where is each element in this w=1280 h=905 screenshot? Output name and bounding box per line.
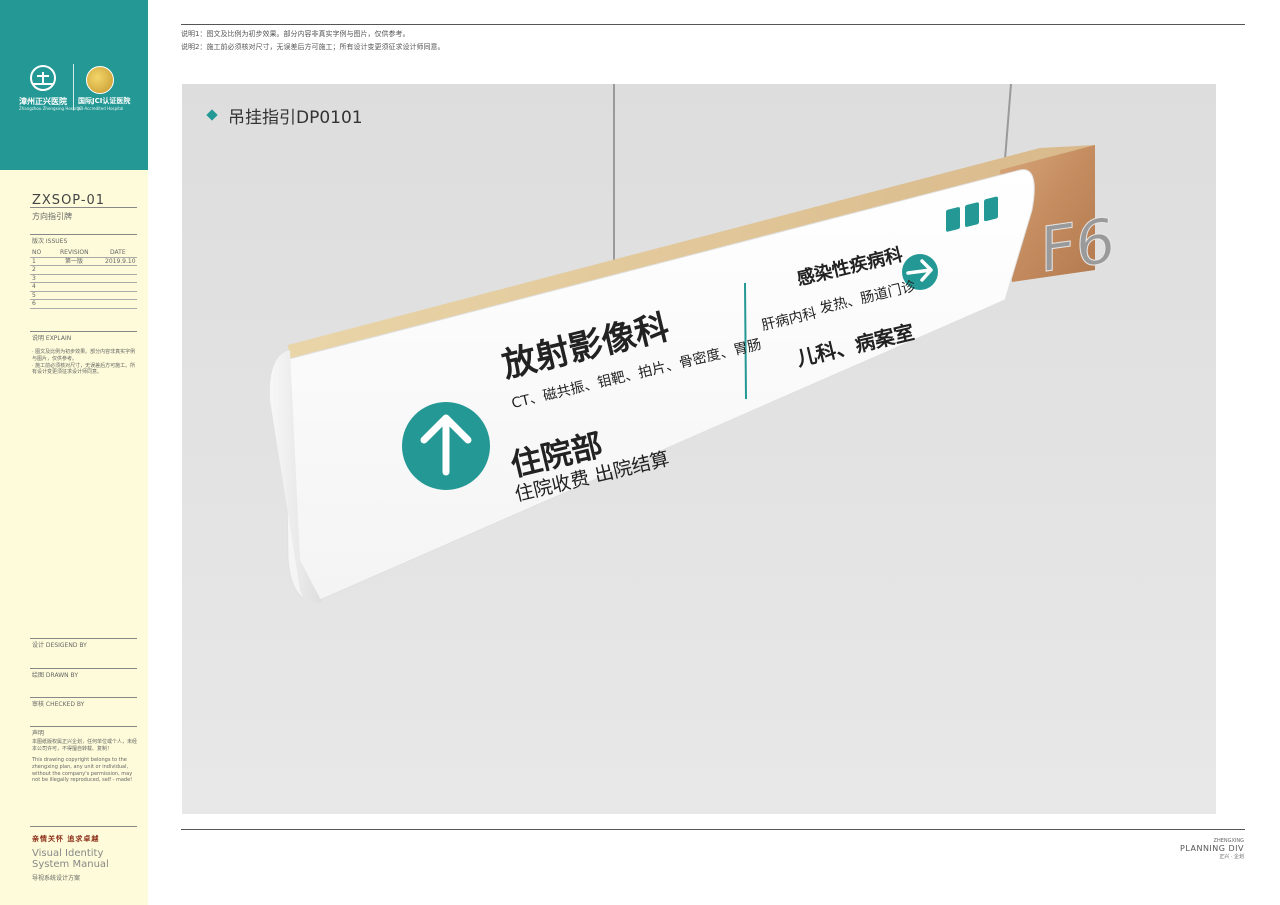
planning-company-main: PLANNING DIV [1180, 844, 1244, 853]
restroom-icon [984, 196, 998, 222]
planning-company-cn: 正兴 · 企划 [1219, 854, 1244, 860]
arrow-up-icon [402, 402, 490, 490]
bottom-rule [181, 829, 1245, 830]
escalator-icon [946, 207, 960, 232]
planning-mark: ZHENGXING PLANNING DIV 正兴 · 企划 [1180, 838, 1244, 860]
sign-face [284, 169, 1035, 602]
elevator-icon [965, 202, 979, 227]
floor-number: F6 [1040, 204, 1115, 287]
drawing-sheet: 说明1：图文及比例为初步效果。部分内容非真实字例与图片，仅供参考。 说明2：施工… [0, 0, 1280, 905]
view-title: 吊挂指引DP0101 [228, 108, 363, 128]
